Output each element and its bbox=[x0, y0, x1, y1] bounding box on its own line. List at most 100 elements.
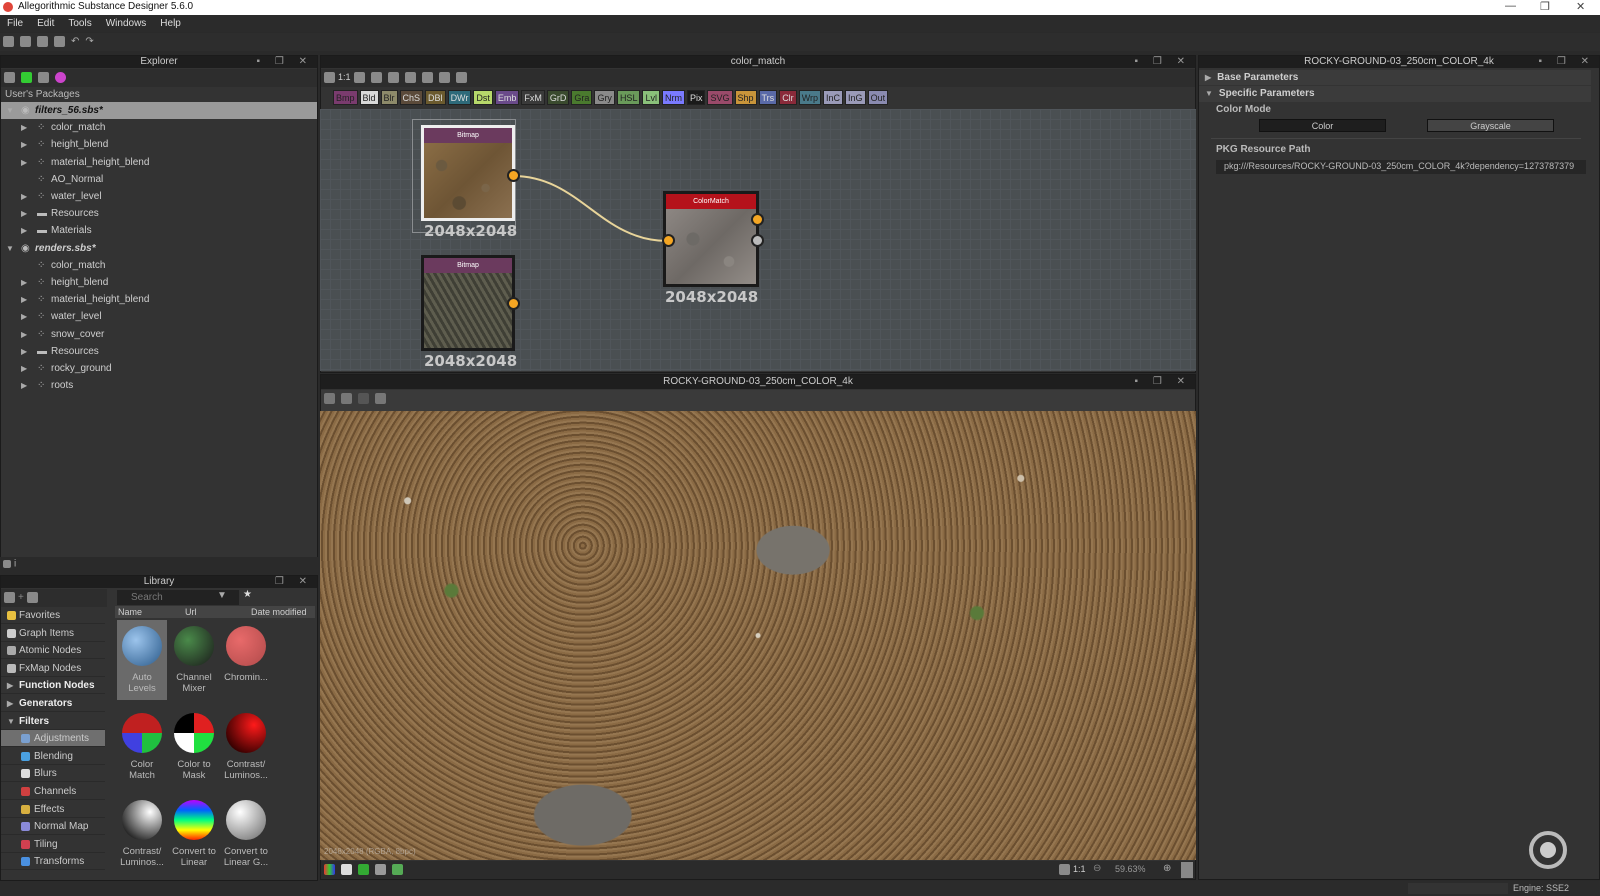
new-icon[interactable] bbox=[55, 72, 66, 83]
tree-item-graph[interactable]: ▶ ⁘ height_blend bbox=[1, 274, 317, 291]
expand-arrow-icon[interactable]: ▶ bbox=[21, 188, 27, 205]
library-item[interactable]: Color Match bbox=[117, 707, 167, 787]
library-item[interactable]: Auto Levels bbox=[117, 620, 167, 700]
panel-controls[interactable]: ▪ ❐ ✕ bbox=[1539, 56, 1595, 68]
tree-item-graph[interactable]: ⁘ AO_Normal bbox=[1, 171, 317, 188]
expand-arrow-icon[interactable]: ▶ bbox=[21, 119, 27, 136]
library-item[interactable]: Contrast/Luminos... bbox=[117, 794, 167, 874]
zoom-1-1-button[interactable]: 1:1 bbox=[1073, 864, 1086, 874]
new-package-icon[interactable] bbox=[3, 36, 14, 47]
library-category[interactable]: ▶ Function Nodes bbox=[1, 677, 105, 695]
library-category[interactable]: FxMap Nodes bbox=[1, 660, 105, 677]
column-date-modified[interactable]: Date modified bbox=[251, 606, 307, 618]
library-item[interactable]: Color to Mask bbox=[169, 707, 219, 787]
new-graph-icon[interactable] bbox=[20, 36, 31, 47]
base-parameters-section[interactable]: ▶ Base Parameters bbox=[1199, 70, 1591, 85]
tree-item-folder[interactable]: ▶ ▬ Resources bbox=[1, 205, 317, 222]
tree-item-folder[interactable]: ▶ ▬ Materials bbox=[1, 222, 317, 239]
palette-node-shp[interactable]: Shp bbox=[734, 90, 757, 105]
tree-item-graph[interactable]: ▶ ⁘ material_height_blend bbox=[1, 154, 317, 171]
tree-icon[interactable] bbox=[3, 560, 11, 568]
search-icon[interactable] bbox=[370, 72, 382, 83]
expand-arrow-icon[interactable]: ▶ bbox=[21, 205, 27, 222]
library-config-icon[interactable] bbox=[26, 592, 38, 603]
alpha-icon[interactable] bbox=[375, 864, 386, 875]
library-category[interactable]: ▼ Filters bbox=[1, 713, 105, 730]
palette-node-nrm[interactable]: Nrm bbox=[661, 90, 685, 105]
palette-node-out[interactable]: Out bbox=[867, 90, 889, 105]
expand-arrow-icon[interactable]: ▼ bbox=[6, 102, 14, 119]
palette-node-bld[interactable]: Bld bbox=[359, 90, 379, 105]
tree-item-folder[interactable]: ▶ ▬ Resources bbox=[1, 343, 317, 360]
zoom-out-icon[interactable]: ⊖ bbox=[1093, 863, 1101, 874]
menu-help[interactable]: Help bbox=[153, 15, 188, 32]
add-icon[interactable]: + bbox=[18, 592, 24, 603]
favorite-star-icon[interactable]: ★ bbox=[243, 589, 252, 600]
color-channels-icon[interactable] bbox=[324, 864, 335, 875]
tree-item-package[interactable]: ▼ ◉ renders.sbs* bbox=[1, 240, 317, 257]
menu-file[interactable]: File bbox=[0, 15, 30, 32]
info-icon[interactable] bbox=[353, 72, 365, 83]
column-url[interactable]: Url bbox=[185, 606, 197, 618]
align-icon[interactable] bbox=[421, 72, 433, 83]
expand-arrow-icon[interactable]: ▶ bbox=[21, 377, 27, 394]
undo-icon[interactable]: ↶ bbox=[71, 36, 79, 47]
color-mode-color-button[interactable]: Color bbox=[1259, 119, 1386, 132]
menu-tools[interactable]: Tools bbox=[61, 15, 98, 32]
palette-node-blr[interactable]: Blr bbox=[380, 90, 398, 105]
library-item[interactable]: Contrast/Luminos... bbox=[221, 707, 271, 787]
expand-arrow-icon[interactable]: ▶ bbox=[21, 343, 27, 360]
bitmap-node-1[interactable]: Bitmap bbox=[421, 125, 515, 221]
expand-arrow-icon[interactable]: ▶ bbox=[21, 360, 27, 377]
color-mode-grayscale-button[interactable]: Grayscale bbox=[1427, 119, 1554, 132]
channels-icon[interactable] bbox=[324, 393, 335, 404]
pkg-resource-path-field[interactable]: pkg:///Resources/ROCKY-GROUND-03_250cm_C… bbox=[1216, 160, 1586, 174]
palette-node-dst[interactable]: Dst bbox=[473, 90, 493, 105]
library-item[interactable]: Convert to Linear bbox=[169, 794, 219, 874]
library-item[interactable]: Channel Mixer bbox=[169, 620, 219, 700]
rgb-icon[interactable] bbox=[358, 864, 369, 875]
texture-preview[interactable]: 2048x2048 (RGBA, 8bpc) bbox=[320, 411, 1196, 860]
expand-arrow-icon[interactable]: ▼ bbox=[6, 240, 14, 257]
library-category[interactable]: Graph Items bbox=[1, 625, 105, 642]
fit-view-icon[interactable] bbox=[1059, 864, 1070, 875]
library-category[interactable]: ▶ Generators bbox=[1, 695, 105, 712]
tree-item-graph[interactable]: ▶ ⁘ water_level bbox=[1, 188, 317, 205]
palette-node-clr[interactable]: Clr bbox=[779, 90, 797, 105]
bitmap-node-2[interactable]: Bitmap bbox=[421, 255, 515, 351]
palette-node-dwr[interactable]: DWr bbox=[447, 90, 472, 105]
library-category[interactable]: Normal Map bbox=[1, 818, 105, 836]
library-category[interactable]: Favorites bbox=[1, 607, 105, 624]
palette-node-chs[interactable]: ChS bbox=[399, 90, 424, 105]
panel-controls[interactable]: ▪ ❐ ✕ bbox=[1135, 375, 1191, 389]
output-port-gray[interactable] bbox=[751, 234, 764, 247]
fit-icon[interactable] bbox=[324, 72, 335, 83]
filter-icon[interactable]: ▼ bbox=[217, 590, 227, 601]
expand-arrow-icon[interactable]: ▶ bbox=[21, 154, 27, 171]
publish-icon[interactable] bbox=[38, 72, 49, 83]
lock-icon[interactable] bbox=[1181, 862, 1193, 878]
tree-item-graph[interactable]: ▶ ⁘ color_match bbox=[1, 119, 317, 136]
palette-node-grd[interactable]: GrD bbox=[546, 90, 570, 105]
library-item[interactable]: Convert to Linear G... bbox=[221, 794, 271, 874]
library-item[interactable]: Chromin... bbox=[221, 620, 271, 700]
checker-icon[interactable] bbox=[341, 864, 352, 875]
tree-item-graph[interactable]: ▶ ⁘ height_blend bbox=[1, 136, 317, 153]
save-all-icon[interactable] bbox=[54, 36, 65, 47]
library-category[interactable]: Tiling bbox=[1, 836, 105, 853]
tree-item-graph[interactable]: ▶ ⁘ material_height_blend bbox=[1, 291, 317, 308]
palette-node-inc[interactable]: InC bbox=[823, 90, 844, 105]
save-image-icon[interactable] bbox=[341, 393, 352, 404]
library-category[interactable]: Adjustments bbox=[1, 730, 105, 748]
palette-node-fxm[interactable]: FxM bbox=[521, 90, 545, 105]
expand-arrow-icon[interactable]: ▶ bbox=[21, 274, 27, 291]
tree-item-package[interactable]: ▼ ◉ filters_56.sbs* bbox=[1, 102, 317, 119]
column-name[interactable]: Name bbox=[118, 606, 142, 618]
settings-gear-icon[interactable] bbox=[455, 72, 467, 83]
panel-controls[interactable]: ▪ ❐ ✕ bbox=[1135, 56, 1191, 68]
palette-node-emb[interactable]: Emb bbox=[494, 90, 520, 105]
maximize-button[interactable]: ❐ bbox=[1540, 0, 1550, 13]
tree-item-graph[interactable]: ▶ ⁘ water_level bbox=[1, 308, 317, 325]
output-port[interactable] bbox=[507, 297, 520, 310]
palette-node-trs[interactable]: Trs bbox=[758, 90, 778, 105]
